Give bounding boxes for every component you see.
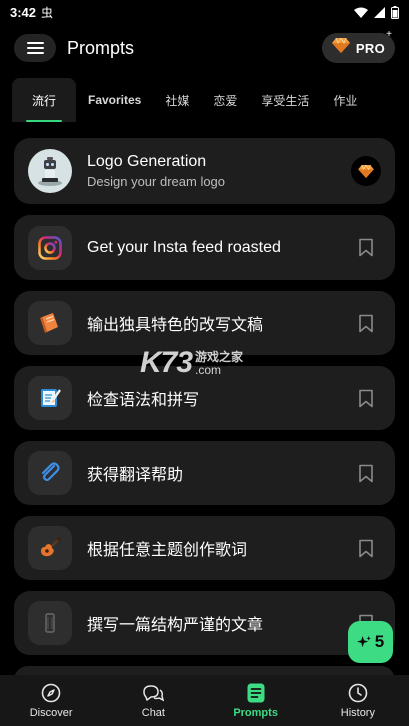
prompt-card-essay[interactable]: 撰写一篇结构严谨的文章 <box>14 591 395 655</box>
prompt-list: Logo Generation Design your dream logo G… <box>14 138 395 680</box>
menu-button[interactable] <box>14 34 56 62</box>
prompt-title: Get your Insta feed roasted <box>87 238 281 256</box>
paperclip-icon <box>28 451 72 495</box>
checklist-icon <box>28 376 72 420</box>
status-icons <box>354 5 399 19</box>
prompt-card-logo-generation[interactable]: Logo Generation Design your dream logo <box>14 138 395 204</box>
prompt-card-translation[interactable]: 获得翻译帮助 <box>14 441 395 505</box>
tab-enjoy-life[interactable]: 享受生活 <box>249 78 321 122</box>
tab-social-media[interactable]: 社媒 <box>153 78 201 122</box>
prompt-title: 获得翻译帮助 <box>87 467 184 484</box>
gem-icon <box>331 37 350 58</box>
bookmark-icon <box>359 314 373 332</box>
bookmark-icon <box>359 539 373 557</box>
bookmark-icon <box>359 464 373 482</box>
nav-label: Prompts <box>233 707 278 719</box>
bookmark-button[interactable] <box>351 233 381 263</box>
bookmark-button[interactable] <box>351 533 381 563</box>
chat-bubbles-icon <box>142 682 164 704</box>
battery-icon <box>391 5 399 19</box>
tab-popular[interactable]: 流行 <box>12 78 76 122</box>
tab-homework[interactable]: 作业 <box>321 78 369 122</box>
clock-icon <box>347 682 369 704</box>
bookmark-button[interactable] <box>351 383 381 413</box>
prompt-title: 根据任意主题创作歌词 <box>87 542 248 559</box>
notification-icon: 虫 <box>41 5 54 20</box>
pro-label: PRO <box>355 40 385 56</box>
credits-fab[interactable]: 5 <box>348 621 393 663</box>
bottom-navigation: Discover Chat Prompts History <box>0 675 409 726</box>
prompt-card-grammar[interactable]: 检查语法和拼写 <box>14 366 395 430</box>
prompt-title: 检查语法和拼写 <box>87 392 200 409</box>
prompt-title: 输出独具特色的改写文稿 <box>87 317 264 334</box>
category-tabs: 流行 Favorites 社媒 恋爱 享受生活 作业 <box>0 78 409 122</box>
robot-logo-icon <box>28 149 72 193</box>
app-header: Prompts PRO + <box>0 26 409 70</box>
status-time: 3:42 <box>10 4 37 20</box>
bookmark-button[interactable] <box>351 308 381 338</box>
pro-upgrade-button[interactable]: PRO + <box>321 29 395 63</box>
nav-prompts[interactable]: Prompts <box>205 675 307 726</box>
scroll-icon <box>28 601 72 645</box>
signal-icon <box>374 6 385 18</box>
tab-favorites[interactable]: Favorites <box>76 78 153 122</box>
prompt-subtitle: Design your dream logo <box>87 174 226 189</box>
page-title: Prompts <box>67 37 135 58</box>
prompt-title: Logo Generation <box>87 153 207 170</box>
compass-icon <box>40 682 62 704</box>
nav-label: Discover <box>29 707 73 719</box>
bookmark-icon <box>359 238 373 257</box>
prompts-doc-icon <box>245 682 267 704</box>
bookmark-button[interactable] <box>351 458 381 488</box>
instagram-icon <box>28 225 72 270</box>
bookmark-icon <box>359 389 373 407</box>
tab-romance[interactable]: 恋爱 <box>201 78 249 122</box>
pro-gem-icon <box>351 156 381 186</box>
nav-chat[interactable]: Chat <box>102 675 204 726</box>
prompt-card-lyrics[interactable]: 根据任意主题创作歌词 <box>14 516 395 580</box>
nav-label: History <box>340 707 375 719</box>
prompt-card-insta-roast[interactable]: Get your Insta feed roasted <box>14 215 395 280</box>
hamburger-icon <box>26 42 44 44</box>
nav-history[interactable]: History <box>307 675 409 726</box>
nav-label: Chat <box>141 707 165 719</box>
status-bar: 3:42 虫 <box>0 0 409 24</box>
nav-discover[interactable]: Discover <box>0 675 102 726</box>
prompt-title: 撰写一篇结构严谨的文章 <box>87 617 264 634</box>
credits-count: 5 <box>374 632 385 651</box>
prompt-card-rewrite[interactable]: 输出独具特色的改写文稿 <box>14 291 395 355</box>
notebook-icon <box>28 301 72 345</box>
guitar-icon <box>28 526 72 570</box>
sparkle-icon: + <box>386 29 392 40</box>
sparkles-icon <box>356 635 371 647</box>
wifi-icon <box>354 7 368 18</box>
